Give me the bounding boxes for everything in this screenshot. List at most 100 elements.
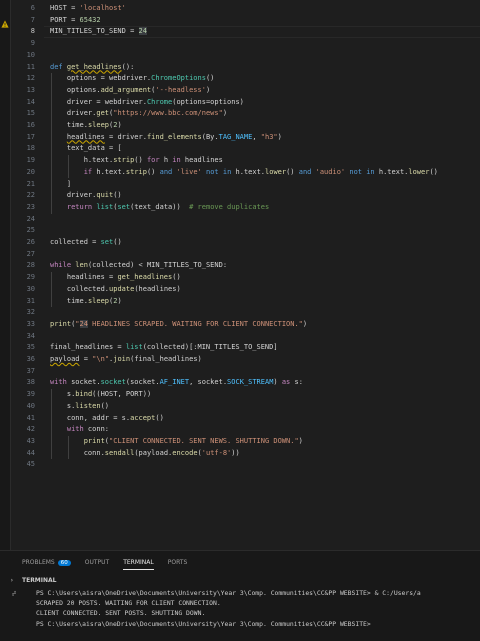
line-number: 9 [30, 39, 35, 48]
code-token: Chrome [146, 97, 173, 106]
code-token: AF_INET [159, 378, 190, 387]
code-line[interactable]: 31 time.sleep(2) [11, 296, 480, 308]
code-line[interactable]: 22 driver.quit() [11, 190, 480, 202]
tab-ports[interactable]: PORTS [168, 559, 188, 569]
code-line[interactable]: 40 s.listen() [11, 401, 480, 413]
code-text: if h.text.strip() and 'live' not in h.te… [50, 167, 438, 179]
code-line[interactable]: 43 print("CLIENT CONNECTED. SENT NEWS. S… [11, 436, 480, 448]
tab-label: OUTPUT [84, 559, 110, 566]
code-line[interactable]: 14 driver = webdriver.Chrome(options=opt… [11, 97, 480, 109]
tab-problems[interactable]: PROBLEMS 60 [22, 559, 71, 569]
code-token: final_headlines = [50, 343, 126, 352]
code-line[interactable]: 41 conn, addr = s.accept() [11, 413, 480, 425]
indent-guide [68, 155, 69, 179]
code-token: options = webdriver. [50, 74, 152, 83]
tab-terminal[interactable]: TERMINAL [123, 559, 154, 570]
code-line[interactable]: 36 payload = "\n".join(final_headlines) [11, 354, 480, 366]
terminal-output[interactable]: PS C:\Users\aisra\OneDrive\Documents\Uni… [36, 588, 480, 629]
code-token: 'localhost' [79, 4, 126, 12]
code-line[interactable]: 34 [11, 331, 480, 343]
tab-label: PORTS [167, 559, 188, 566]
code-token: collected = [50, 238, 101, 246]
code-token: '--headless' [155, 85, 206, 94]
code-line[interactable]: 28 while len(collected) < MIN_TITLES_TO_S… [11, 260, 480, 272]
code-line[interactable]: 35 final_headlines = list(collected)[:MIN… [11, 342, 480, 354]
line-number: 28 [26, 261, 35, 270]
code-line[interactable]: 32 [11, 307, 480, 319]
code-text: collected.update(headlines) [50, 284, 181, 296]
code-line[interactable]: 27 [11, 249, 480, 261]
code-text: final_headlines = list(collected)[:MIN_T… [50, 342, 278, 354]
code-token: listen [75, 401, 101, 410]
code-token: ) [298, 436, 303, 445]
code-line[interactable]: 33 print("24 HEADLINES SCRAPED. WAITING F… [11, 319, 480, 331]
code-token: driver. [50, 191, 97, 200]
code-text: options.add_argument('--headless') [50, 85, 210, 97]
code-line[interactable]: 25 [11, 225, 480, 237]
code-line[interactable]: 17 headlines = driver.find_elements(By.T… [11, 132, 480, 144]
code-text: while len(collected) < MIN_TITLES_TO_SEN… [50, 260, 227, 272]
code-token: )) [231, 448, 240, 457]
code-token: # remove duplicates [189, 202, 270, 211]
line-number: 30 [26, 284, 35, 293]
code-line[interactable]: 19 h.text.strip() for h in headlines [11, 155, 480, 167]
code-line[interactable]: 12 options = webdriver.ChromeOptions() [11, 73, 480, 85]
code-line[interactable]: 42 with conn: [11, 424, 480, 436]
code-text: collected = set() [50, 237, 122, 249]
code-line[interactable]: 21 ] [11, 179, 480, 191]
code-token: and [159, 167, 173, 176]
terminal-icon[interactable]: ☍ [12, 590, 20, 598]
code-token: collected. [50, 284, 110, 293]
code-editor[interactable]: 6 HOST = 'localhost' 7 PORT = 65432 8 MIN_TIT… [11, 0, 480, 550]
code-line[interactable]: 30 collected.update(headlines) [11, 284, 480, 296]
code-token: () [113, 191, 122, 200]
code-line[interactable]: 29 headlines = get_headlines() [11, 272, 480, 284]
code-token: ) [222, 109, 228, 118]
code-line[interactable]: 6 HOST = 'localhost' [11, 3, 480, 15]
code-token: (By. [201, 132, 219, 141]
code-line[interactable]: 26 collected = set() [11, 237, 480, 249]
line-number: 20 [26, 167, 35, 176]
terminal-line: CLIENT CONNECTED. SENT POSTS. SHUTTING D… [36, 609, 206, 618]
code-line[interactable]: 39 s.bind((HOST, PORT)) [11, 389, 480, 401]
warning-icon[interactable] [1, 20, 9, 28]
tab-output[interactable]: OUTPUT [85, 559, 109, 569]
terminal-line: PS C:\Users\aisra\OneDrive\Documents\Uni… [36, 619, 371, 628]
code-line[interactable]: 13 options.add_argument('--headless') [11, 85, 480, 97]
code-text: conn.sendall(payload.encode('utf-8')) [50, 448, 240, 460]
code-token: strip [125, 167, 147, 176]
code-line[interactable]: 11 def get_headlines(): [11, 62, 480, 74]
code-line[interactable]: 10 [11, 50, 480, 62]
code-token: HEADLINES SCRAPED. WAITING FOR CLIENT CO… [87, 319, 303, 328]
line-number: 19 [26, 156, 35, 165]
line-number: 34 [26, 331, 35, 340]
code-line[interactable]: 37 [11, 366, 480, 378]
code-token: join [113, 355, 131, 363]
code-line[interactable]: 45 [11, 459, 480, 471]
code-token: (options=options) [172, 97, 244, 106]
line-number: 41 [26, 413, 35, 422]
code-token: "\n" [92, 355, 110, 363]
code-token: h.text. [92, 167, 126, 176]
line-number: 22 [26, 191, 35, 200]
code-line[interactable]: 18 text_data = [ [11, 143, 480, 155]
code-line[interactable]: 9 [11, 38, 480, 50]
code-line[interactable]: 44 conn.sendall(payload.encode('utf-8')) [11, 448, 480, 460]
code-line[interactable]: 38 with socket.socket(socket.AF_INET, soc… [11, 377, 480, 389]
code-line[interactable]: 20 if h.text.strip() and 'live' not in h… [11, 167, 480, 179]
code-line[interactable]: 15 driver.get("https://www.bbc.com/news"… [11, 108, 480, 120]
code-line[interactable]: 23 return list(set(text_data)) # remove … [11, 202, 480, 214]
bottom-panel: PROBLEMS 60 OUTPUT TERMINAL PORTS › TERMINAL… [0, 550, 480, 641]
code-line[interactable]: 7 PORT = 65432 [11, 15, 480, 27]
code-token: sendall [104, 448, 135, 457]
code-line[interactable]: 16 time.sleep(2) [11, 120, 480, 132]
code-token: options. [50, 85, 101, 94]
code-token: return [66, 202, 93, 211]
line-number: 13 [26, 85, 35, 94]
code-line[interactable]: 24 [11, 214, 480, 226]
code-token: , [252, 132, 261, 141]
code-line[interactable]: 8 MIN_TITLES_TO_SEND = 24 [11, 26, 480, 38]
code-token: and [298, 167, 312, 176]
